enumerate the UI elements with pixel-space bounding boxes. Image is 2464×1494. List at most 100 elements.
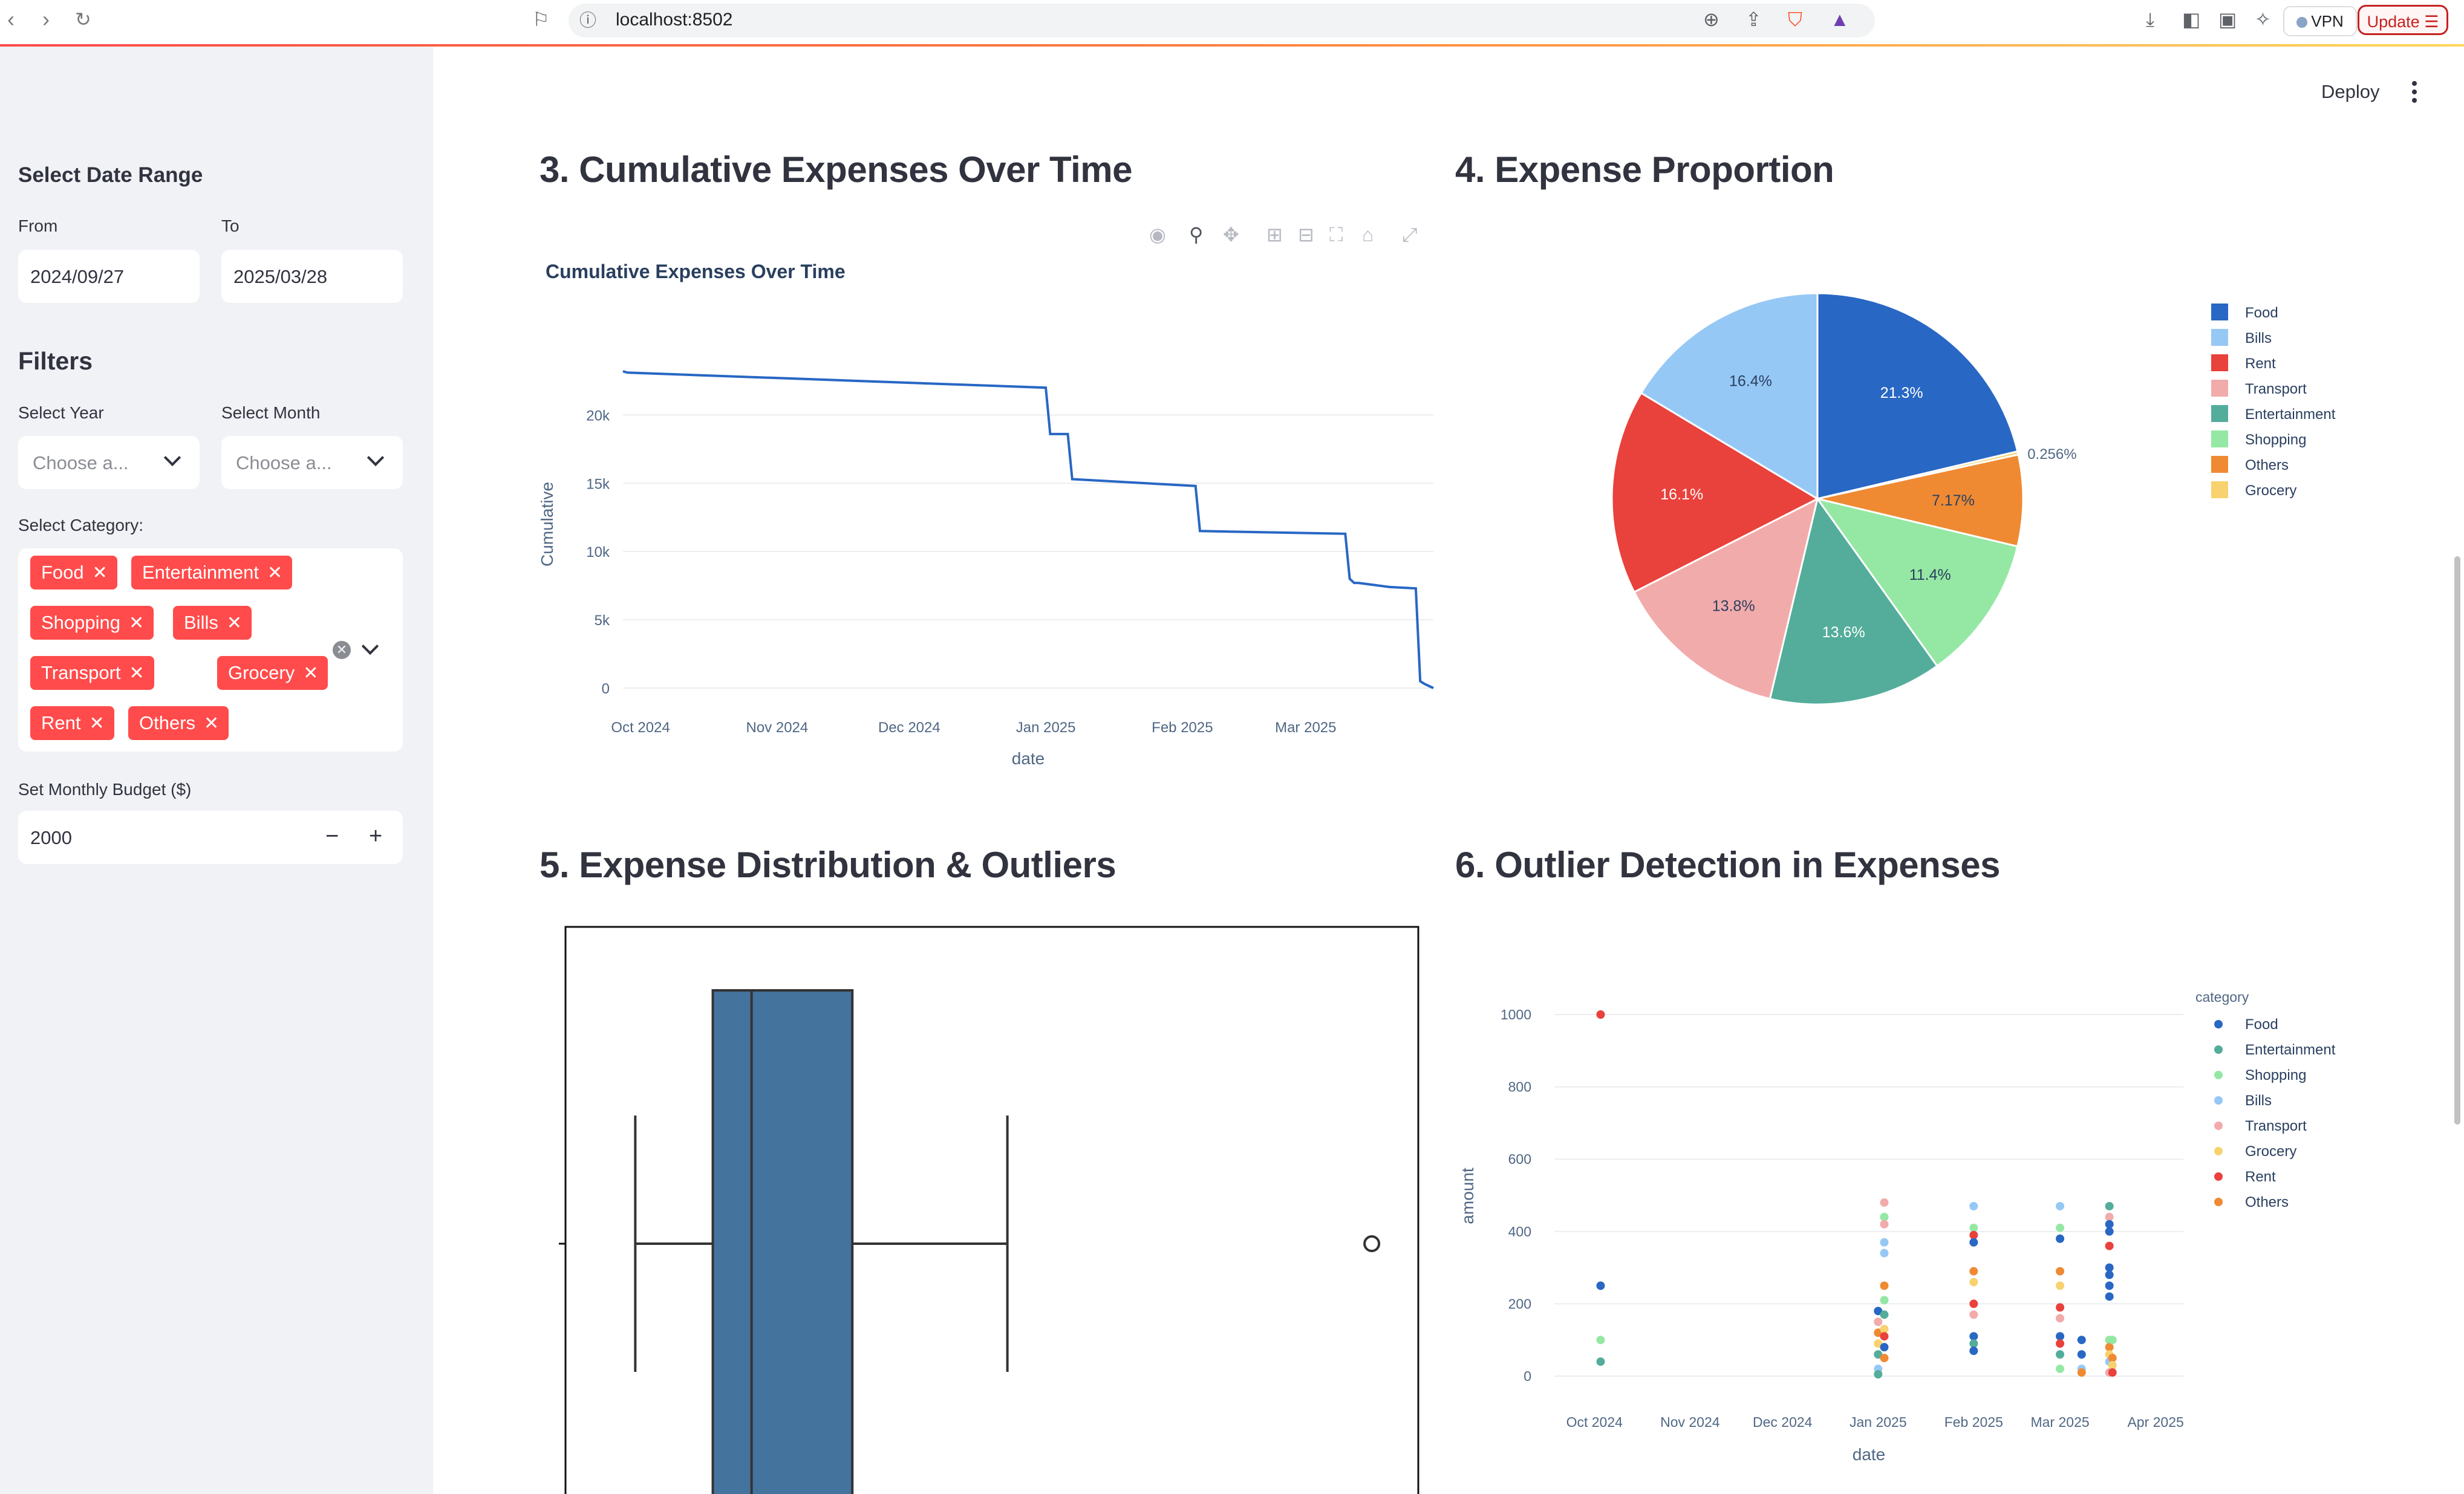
from-date-value: 2024/09/27 [30,266,125,287]
legend-label: Food [2245,305,2278,321]
legend-marker [2214,1045,2223,1054]
back-icon[interactable]: ‹ [7,7,15,31]
tag-rent[interactable]: Rent ✕ [30,706,114,740]
zoom-icon[interactable]: ⊕ [1703,8,1719,30]
category-multiselect[interactable]: Food ✕ Entertainment ✕ Shopping ✕ Bills ✕ Tr… [18,548,403,752]
category-label: Select Category: [18,516,143,534]
vpn-button[interactable]: VPN [2283,6,2357,36]
legend-marker [2214,1172,2223,1181]
tag-food[interactable]: Food ✕ [30,556,117,589]
scatter-point-entertainment [1596,1357,1605,1366]
chevron-down-icon[interactable] [361,637,379,655]
scatter-point-transport [1880,1198,1889,1207]
tag-label: Grocery [228,662,295,683]
browser-toolbar: ‹ › ↻ ⚐ ⓘ localhost:8502 ⊕ ⇪ ⛉ ▲ ⤓ ◧ ▣ ✧… [0,0,2464,45]
url-text[interactable]: localhost:8502 [616,10,732,30]
legend-label: Shopping [2245,1067,2306,1083]
scatter-point-food [1596,1281,1605,1290]
x-tick-label: Apr 2025 [2127,1414,2183,1430]
remove-tag-icon[interactable]: ✕ [204,713,219,733]
scatter-point-entertainment [1874,1370,1883,1379]
pie-label: 16.1% [1660,486,1703,503]
increment-button[interactable]: + [369,824,382,848]
bookmark-icon[interactable]: ⚐ [532,8,550,30]
pie-label: 13.6% [1822,624,1865,641]
scatter-point-shopping [1880,1212,1889,1221]
remove-tag-icon[interactable]: ✕ [129,663,145,683]
remove-tag-icon[interactable]: ✕ [129,613,144,633]
year-placeholder: Choose a... [33,452,129,473]
expense-pie-chart[interactable]: 21.3% 0.256% 7.17% 11.4% 13.6% 13.8% 16.1% 16.4… [1452,254,2443,738]
scatter-point-shopping [2108,1336,2117,1345]
site-info-icon[interactable]: ⓘ [579,10,596,31]
legend-swatch [2211,354,2228,371]
cumulative-line-chart[interactable]: Cumulative Expenses Over Time 0 5k 10k 15k 20… [532,242,1439,786]
pie-label: 13.8% [1712,597,1755,614]
scatter-point-transport [2105,1212,2114,1221]
leo-ai-icon[interactable]: ✧ [2255,8,2271,30]
remove-tag-icon[interactable]: ✕ [227,613,242,633]
year-select[interactable]: Choose a... [18,436,200,489]
scatter-point-grocery [1880,1325,1889,1334]
plot-frame [564,926,1419,1494]
to-date-input[interactable]: 2025/03/28 [221,250,403,303]
download-icon[interactable]: ⤓ [2146,8,2154,30]
scatter-point-bills [1969,1201,1978,1210]
tag-others[interactable]: Others ✕ [128,706,229,740]
brave-rewards-icon[interactable]: ▲ [1830,8,1850,30]
tag-transport[interactable]: Transport ✕ [30,656,154,690]
expense-box-plot [559,926,1419,1494]
clear-all-icon[interactable]: ✕ [333,641,351,659]
remove-tag-icon[interactable]: ✕ [93,563,108,583]
scatter-point-rent [2105,1241,2114,1250]
scatter-point-food [2105,1263,2114,1272]
remove-tag-icon[interactable]: ✕ [303,663,318,683]
legend-label: Bills [2245,330,2272,346]
filters-heading: Filters [18,347,93,375]
tag-bills[interactable]: Bills ✕ [173,606,252,640]
scatter-point-entertainment [1880,1310,1889,1319]
main-menu-icon[interactable] [2412,81,2417,106]
y-tick-label: 0 [602,681,610,697]
brave-shield-icon[interactable]: ⛉ [1788,8,1802,30]
year-label: Select Year [18,403,104,422]
share-icon[interactable]: ⇪ [1745,8,1762,30]
legend-marker [2214,1122,2223,1130]
chart-title: Cumulative Expenses Over Time [546,261,846,282]
x-tick-label: Nov 2024 [1660,1414,1720,1430]
budget-value: 2000 [30,827,72,848]
month-label: Select Month [221,403,321,422]
month-select[interactable]: Choose a... [221,436,403,489]
tag-label: Food [41,562,84,583]
update-label: Update [2367,13,2420,31]
reload-icon[interactable]: ↻ [75,7,91,31]
sidebar-toggle-icon[interactable]: ◧ [2182,8,2200,30]
tag-entertainment[interactable]: Entertainment ✕ [131,556,293,589]
section-heading: 4. Expense Proportion [1455,149,1834,190]
deploy-button[interactable]: Deploy [2321,81,2380,103]
x-tick-label: Feb 2025 [1944,1414,2003,1430]
legend-swatch [2211,456,2228,473]
remove-tag-icon[interactable]: ✕ [267,563,282,583]
pie-label: 7.17% [1932,492,1975,509]
remove-tag-icon[interactable]: ✕ [89,713,104,733]
legend-swatch [2211,481,2228,498]
from-date-input[interactable]: 2024/09/27 [18,250,200,303]
budget-number-input[interactable]: 2000 − + [18,811,403,864]
outlier-scatter-chart[interactable]: 0 200 400 600 800 1000 Oct 2024 Nov 2024 Dec 202… [1452,979,2443,1494]
month-placeholder: Choose a... [236,452,332,473]
decrement-button[interactable]: − [325,824,339,848]
x-tick-label: Jan 2025 [1016,719,1076,736]
y-tick-label: 10k [586,544,610,560]
x-tick-label: Jan 2025 [1850,1414,1907,1430]
address-bar[interactable] [569,4,1875,37]
update-button[interactable]: Update ☰ [2358,5,2448,35]
tag-grocery[interactable]: Grocery ✕ [217,656,328,690]
scatter-point-grocery [1969,1278,1978,1287]
page-scrollbar[interactable] [2454,556,2460,1125]
legend-label: Grocery [2245,482,2296,499]
tag-shopping[interactable]: Shopping ✕ [30,606,154,640]
wallet-icon[interactable]: ▣ [2218,8,2237,30]
forward-icon[interactable]: › [42,7,50,31]
scatter-point-rent [2108,1368,2117,1377]
